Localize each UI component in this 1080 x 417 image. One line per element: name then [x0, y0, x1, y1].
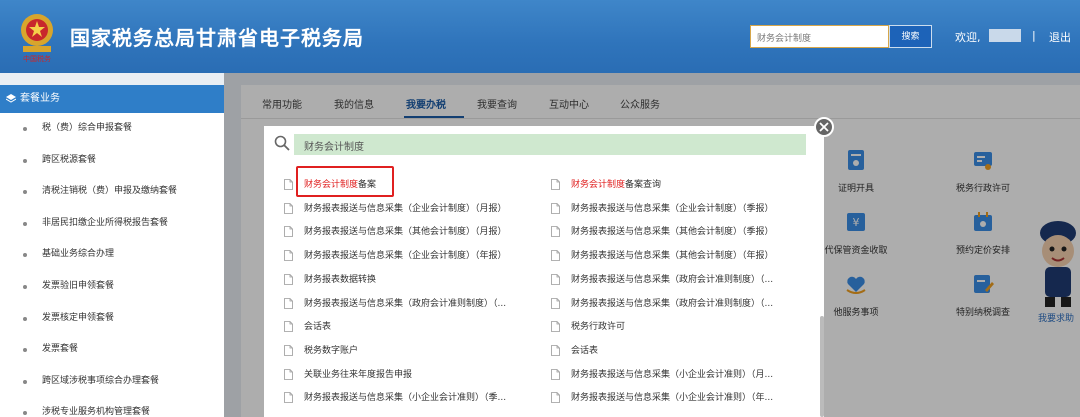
- top-header: 中国税务 国家税务总局甘肃省电子税务局 财务会计制度 搜索 欢迎, | 退出: [0, 0, 1080, 73]
- result-text: 财务报表报送与信息采集（政府会计准则制度）（...: [571, 298, 774, 309]
- search-result-item[interactable]: 财务报表报送与信息采集（企业会计制度）（季报）: [551, 202, 774, 216]
- search-result-item[interactable]: 财务报表报送与信息采集（政府会计准则制度）（...: [551, 273, 773, 287]
- document-icon: [551, 226, 560, 238]
- document-icon: [284, 250, 293, 261]
- header-search-button[interactable]: 搜索: [889, 25, 932, 48]
- sidebar: 套餐业务 税（费）综合申报套餐 跨区税源套餐 清税注销税（费）申报及缴纳套餐 非…: [0, 85, 224, 417]
- document-icon: [551, 250, 560, 261]
- search-result-item[interactable]: 财务报表报送与信息采集（小企业会计准则）（月...: [551, 368, 773, 382]
- sidebar-item[interactable]: 基础业务综合办理: [0, 239, 224, 271]
- result-text: 财务报表报送与信息采集（小企业会计准则）（月...: [571, 369, 774, 380]
- result-text: 财务报表报送与信息采集（小企业会计准则）（季...: [304, 393, 507, 404]
- result-text: 财务报表报送与信息采集（政府会计准则制度）（...: [571, 274, 774, 285]
- sidebar-item[interactable]: 发票验旧申领套餐: [0, 271, 224, 303]
- search-result-item[interactable]: 财务报表报送与信息采集（小企业会计准则）（季...: [284, 391, 506, 405]
- document-icon: [551, 273, 560, 285]
- document-icon: [284, 226, 293, 238]
- document-icon: [551, 179, 560, 190]
- document-icon: [551, 392, 560, 404]
- bullet-icon: [23, 190, 27, 195]
- document-icon: [551, 321, 560, 333]
- search-result-item[interactable]: 财务报表报送与信息采集（其他会计制度）（年报）: [551, 249, 774, 263]
- sidebar-item[interactable]: 发票套餐: [0, 334, 224, 366]
- sidebar-title: 套餐业务: [20, 93, 60, 104]
- logout-link[interactable]: 退出: [1049, 29, 1071, 45]
- bullet-icon: [23, 411, 27, 416]
- search-result-item[interactable]: 财务报表报送与信息采集（企业会计制度）（月报）: [284, 202, 507, 216]
- search-result-item[interactable]: 财务报表报送与信息采集（企业会计制度）（年报）: [284, 249, 507, 263]
- header-search-input[interactable]: 财务会计制度: [750, 25, 889, 48]
- document-icon: [551, 202, 560, 214]
- document-icon: [284, 202, 293, 214]
- bullet-icon: [23, 221, 27, 226]
- result-text: 财务报表数据转换: [304, 274, 377, 285]
- result-text: 会话表: [571, 345, 599, 356]
- result-text: 财务报表报送与信息采集（其他会计制度）（季报）: [571, 227, 774, 238]
- document-icon: [551, 344, 560, 356]
- bullet-icon: [23, 284, 27, 289]
- document-icon: [551, 368, 560, 380]
- sidebar-item[interactable]: 清税注销税（费）申报及缴纳套餐: [0, 176, 224, 208]
- search-result-item[interactable]: 关联业务往来年度报告申报: [284, 368, 412, 382]
- search-result-item[interactable]: 财务报表报送与信息采集（政府会计准则制度）（...: [284, 297, 506, 311]
- search-result-item[interactable]: 税务数字账户: [284, 344, 358, 358]
- search-result-item[interactable]: 财务报表报送与信息采集（其他会计制度）（季报）: [551, 225, 774, 239]
- search-result-item[interactable]: 会话表: [551, 344, 598, 358]
- welcome-text: 欢迎,: [955, 31, 981, 44]
- search-result-item[interactable]: 会话表: [284, 320, 331, 334]
- sidebar-item[interactable]: 涉税专业服务机构管理套餐: [0, 397, 224, 417]
- username-redacted: [989, 29, 1021, 42]
- result-match-text: 财务会计制度: [571, 180, 626, 190]
- result-text: 财务报表报送与信息采集（企业会计制度）（月报）: [304, 203, 507, 214]
- document-icon: [284, 368, 293, 380]
- close-icon: [819, 122, 829, 132]
- document-icon: [284, 392, 293, 404]
- document-icon: [284, 344, 293, 356]
- result-text: 税务数字账户: [304, 345, 359, 356]
- header-separator: |: [1032, 29, 1036, 42]
- sidebar-item[interactable]: 跨区税源套餐: [0, 145, 224, 177]
- search-icon: [274, 135, 290, 151]
- layers-icon: [6, 94, 16, 103]
- result-text: 备案查询: [625, 180, 662, 190]
- search-result-item[interactable]: 财务报表数据转换: [284, 273, 376, 287]
- sidebar-item[interactable]: 跨区域涉税事项综合办理套餐: [0, 366, 224, 398]
- close-modal-button[interactable]: [814, 117, 834, 137]
- bullet-icon: [23, 379, 27, 384]
- site-title: 国家税务总局甘肃省电子税务局: [70, 26, 364, 50]
- result-text: 财务报表报送与信息采集（其他会计制度）（月报）: [304, 227, 507, 238]
- search-result-item[interactable]: 财务报表报送与信息采集（小企业会计准则）（年...: [551, 391, 773, 405]
- modal-search-input[interactable]: 财务会计制度: [294, 134, 806, 155]
- result-text: 会话表: [304, 322, 332, 333]
- sidebar-item[interactable]: 非居民扣缴企业所得税报告套餐: [0, 208, 224, 240]
- sidebar-item[interactable]: 税（费）综合申报套餐: [0, 113, 224, 145]
- search-result-item[interactable]: 财务报表报送与信息采集（政府会计准则制度）（...: [551, 297, 773, 311]
- result-text: 财务报表报送与信息采集（企业会计制度）（季报）: [571, 203, 774, 214]
- red-highlight-box: [296, 166, 394, 197]
- result-text: 财务报表报送与信息采集（小企业会计准则）（年...: [571, 393, 774, 404]
- sidebar-header[interactable]: 套餐业务: [0, 85, 224, 113]
- document-icon: [284, 297, 293, 309]
- modal-scrollbar[interactable]: [820, 316, 824, 417]
- bullet-icon: [23, 253, 27, 258]
- result-text: 财务报表报送与信息采集（政府会计准则制度）（...: [304, 298, 507, 309]
- sidebar-item[interactable]: 发票核定申领套餐: [0, 303, 224, 335]
- document-icon: [551, 297, 560, 309]
- search-result-item[interactable]: 财务报表报送与信息采集（其他会计制度）（月报）: [284, 225, 507, 239]
- result-text: 税务行政许可: [571, 322, 626, 333]
- search-result-item[interactable]: 税务行政许可: [551, 320, 625, 334]
- bullet-icon: [23, 158, 27, 163]
- document-icon: [284, 321, 293, 333]
- result-text: 财务报表报送与信息采集（其他会计制度）（年报）: [571, 251, 774, 262]
- search-result-item[interactable]: 财务会计制度备案查询: [551, 178, 661, 192]
- result-text: 财务报表报送与信息采集（企业会计制度）（年报）: [304, 251, 507, 262]
- bullet-icon: [23, 127, 27, 131]
- document-icon: [284, 179, 293, 190]
- tax-emblem-icon: 中国税务: [21, 14, 53, 63]
- bullet-icon: [23, 316, 27, 321]
- result-text: 关联业务往来年度报告申报: [304, 369, 413, 380]
- bullet-icon: [23, 348, 27, 353]
- document-icon: [284, 273, 293, 285]
- svg-text:中国税务: 中国税务: [23, 54, 51, 63]
